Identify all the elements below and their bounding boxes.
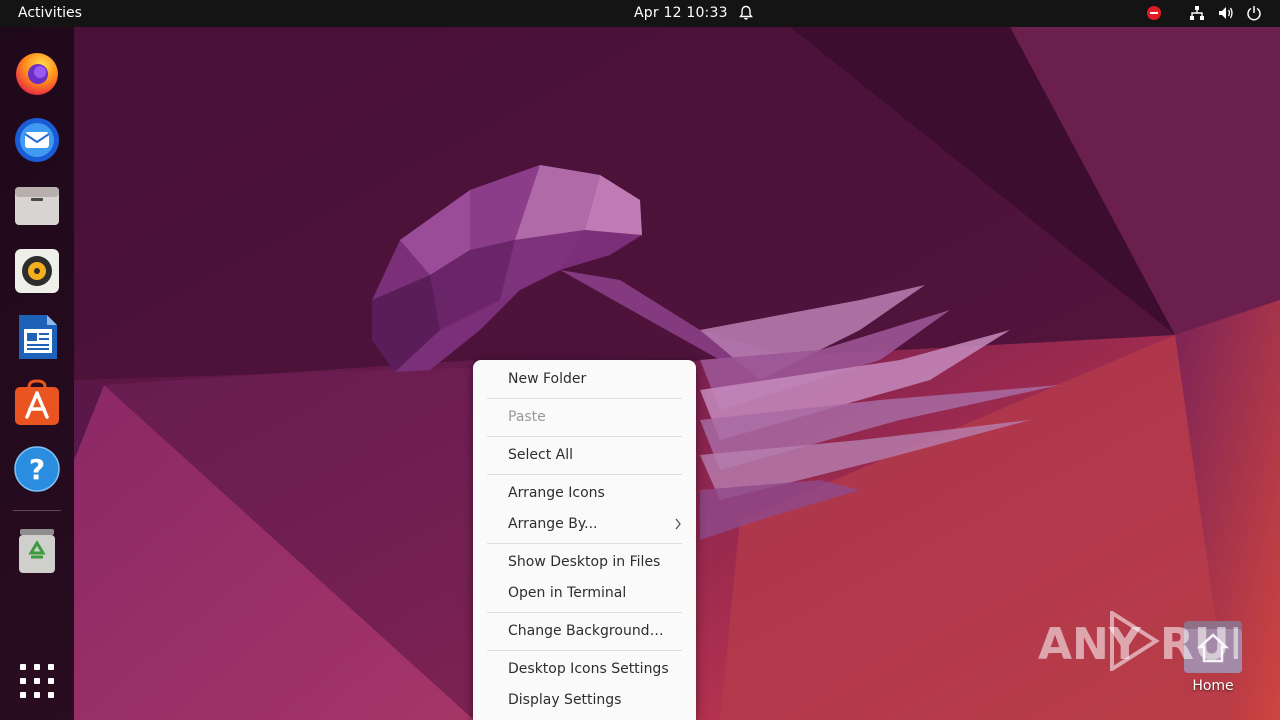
home-label[interactable]: Home <box>1170 678 1256 694</box>
menu-item-new-folder[interactable]: New Folder <box>508 371 586 387</box>
help-icon[interactable]: ? <box>13 445 61 493</box>
menu-item-show-desktop-in-files[interactable]: Show Desktop in Files <box>508 554 660 570</box>
firefox-icon[interactable] <box>13 49 61 97</box>
volume-icon[interactable] <box>1218 5 1234 21</box>
menu-item-arrange-icons[interactable]: Arrange Icons <box>508 485 605 501</box>
menu-separator <box>487 474 682 475</box>
clock[interactable]: Apr 12 10:33 <box>634 5 728 21</box>
menu-item-open-in-terminal[interactable]: Open in Terminal <box>508 585 626 601</box>
menu-separator <box>487 436 682 437</box>
dock-separator <box>13 510 61 511</box>
do-not-disturb-icon[interactable] <box>1146 5 1162 21</box>
files-icon[interactable] <box>13 181 61 229</box>
menu-item-select-all[interactable]: Select All <box>508 447 573 463</box>
power-icon[interactable] <box>1246 5 1262 21</box>
top-bar: Activities Apr 12 10:33 <box>0 0 1280 27</box>
menu-separator <box>487 650 682 651</box>
dock: ? <box>0 27 74 720</box>
menu-item-paste: Paste <box>508 409 546 425</box>
notification-bell-icon[interactable] <box>738 5 754 21</box>
svg-text:?: ? <box>29 453 45 486</box>
menu-separator <box>487 398 682 399</box>
watermark-text-run: RUN <box>1160 619 1238 670</box>
watermark-text-any: ANY <box>1038 619 1142 670</box>
menu-separator <box>487 543 682 544</box>
desktop-context-menu: New Folder Paste Select All Arrange Icon… <box>473 360 696 720</box>
show-apps-icon[interactable] <box>13 657 61 705</box>
menu-item-display-settings[interactable]: Display Settings <box>508 692 621 708</box>
trash-icon[interactable] <box>13 527 61 575</box>
activities-button[interactable]: Activities <box>18 5 82 21</box>
libreoffice-writer-icon[interactable] <box>13 313 61 361</box>
network-icon[interactable] <box>1189 5 1205 21</box>
anyrun-watermark: ANY RUN <box>1038 611 1238 671</box>
menu-item-desktop-icons-settings[interactable]: Desktop Icons Settings <box>508 661 669 677</box>
chevron-right-icon <box>675 518 681 530</box>
software-center-icon[interactable] <box>13 379 61 427</box>
rhythmbox-icon[interactable] <box>13 247 61 295</box>
menu-item-arrange-by[interactable]: Arrange By... <box>508 516 598 532</box>
thunderbird-icon[interactable] <box>13 115 61 163</box>
menu-item-change-background[interactable]: Change Background… <box>508 623 664 639</box>
menu-separator <box>487 612 682 613</box>
